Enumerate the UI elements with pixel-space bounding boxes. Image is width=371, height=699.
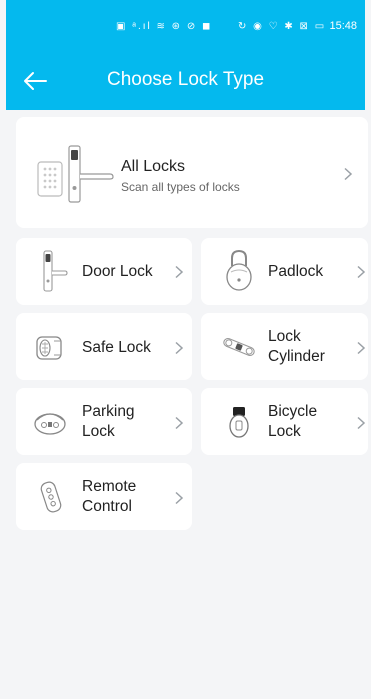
lock-type-safe-lock[interactable]: Safe Lock [16,313,192,380]
app-screen: ▣ ᵃ.ıl ≋ ⊛ ⊘ ◼ ↻ ◉ ♡ ✱ ⊠ ▭ 15:48 Choose … [6,0,368,699]
lock-type-lock-cylinder[interactable]: Lock Cylinder [201,313,368,380]
bicycle-lock-label: Bicycle Lock [268,402,317,442]
all-locks-card[interactable]: All Locks Scan all types of locks [16,117,368,228]
chevron-right-icon [354,416,368,430]
parking-lock-line1: Parking [82,403,135,420]
chevron-right-icon [341,167,355,181]
status-bar: ▣ ᵃ.ıl ≋ ⊛ ⊘ ◼ ↻ ◉ ♡ ✱ ⊠ ▭ 15:48 [6,18,365,38]
safe-lock-label: Safe Lock [82,338,151,358]
status-icons-left: ▣ ᵃ.ıl ≋ ⊛ ⊘ ◼ [116,21,213,32]
lock-type-parking-lock[interactable]: Parking Lock [16,388,192,455]
chevron-right-icon [354,265,368,279]
status-icons-right: ↻ ◉ ♡ ✱ ⊠ ▭ [238,21,327,32]
door-lock-label: Door Lock [82,262,153,282]
chevron-right-icon [172,265,186,279]
padlock-icon [226,249,252,291]
door-lock-with-keypad-icon [37,145,114,203]
lock-type-bicycle-lock[interactable]: Bicycle Lock [201,388,368,455]
chevron-right-icon [172,416,186,430]
all-locks-subtitle: Scan all types of locks [121,180,240,194]
door-lock-icon [43,250,68,292]
lock-cylinder-line2: Cylinder [268,348,325,365]
lock-type-remote-control[interactable]: Remote Control [16,463,192,530]
lock-cylinder-line1: Lock [268,328,301,345]
padlock-label: Padlock [268,262,323,282]
parking-lock-icon [34,413,66,435]
door-lock-line1: Door Lock [82,263,153,280]
status-time: 15:48 [329,20,357,32]
remote-control-line1: Remote [82,478,137,495]
all-locks-title: All Locks [121,158,186,175]
chevron-right-icon [172,491,186,505]
chevron-right-icon [354,341,368,355]
lock-type-door-lock[interactable]: Door Lock [16,238,192,305]
bicycle-lock-line2: Lock [268,423,301,440]
remote-control-line2: Control [82,498,132,515]
header-bar: ▣ ᵃ.ıl ≋ ⊛ ⊘ ◼ ↻ ◉ ♡ ✱ ⊠ ▭ 15:48 Choose … [6,0,365,110]
parking-lock-line2: Lock [82,423,115,440]
remote-control-label: Remote Control [82,477,136,517]
chevron-right-icon [172,341,186,355]
lock-type-padlock[interactable]: Padlock [201,238,368,305]
safe-lock-icon [36,336,62,360]
padlock-line1: Padlock [268,263,324,280]
lock-cylinder-icon [223,337,255,357]
bicycle-lock-icon [229,407,249,438]
lock-cylinder-label: Lock Cylinder [268,327,325,367]
remote-control-icon [40,481,62,513]
parking-lock-label: Parking Lock [82,402,135,442]
bicycle-lock-line1: Bicycle [268,403,318,420]
page-title: Choose Lock Type [106,69,265,90]
safe-lock-line1: Safe Lock [82,339,151,356]
